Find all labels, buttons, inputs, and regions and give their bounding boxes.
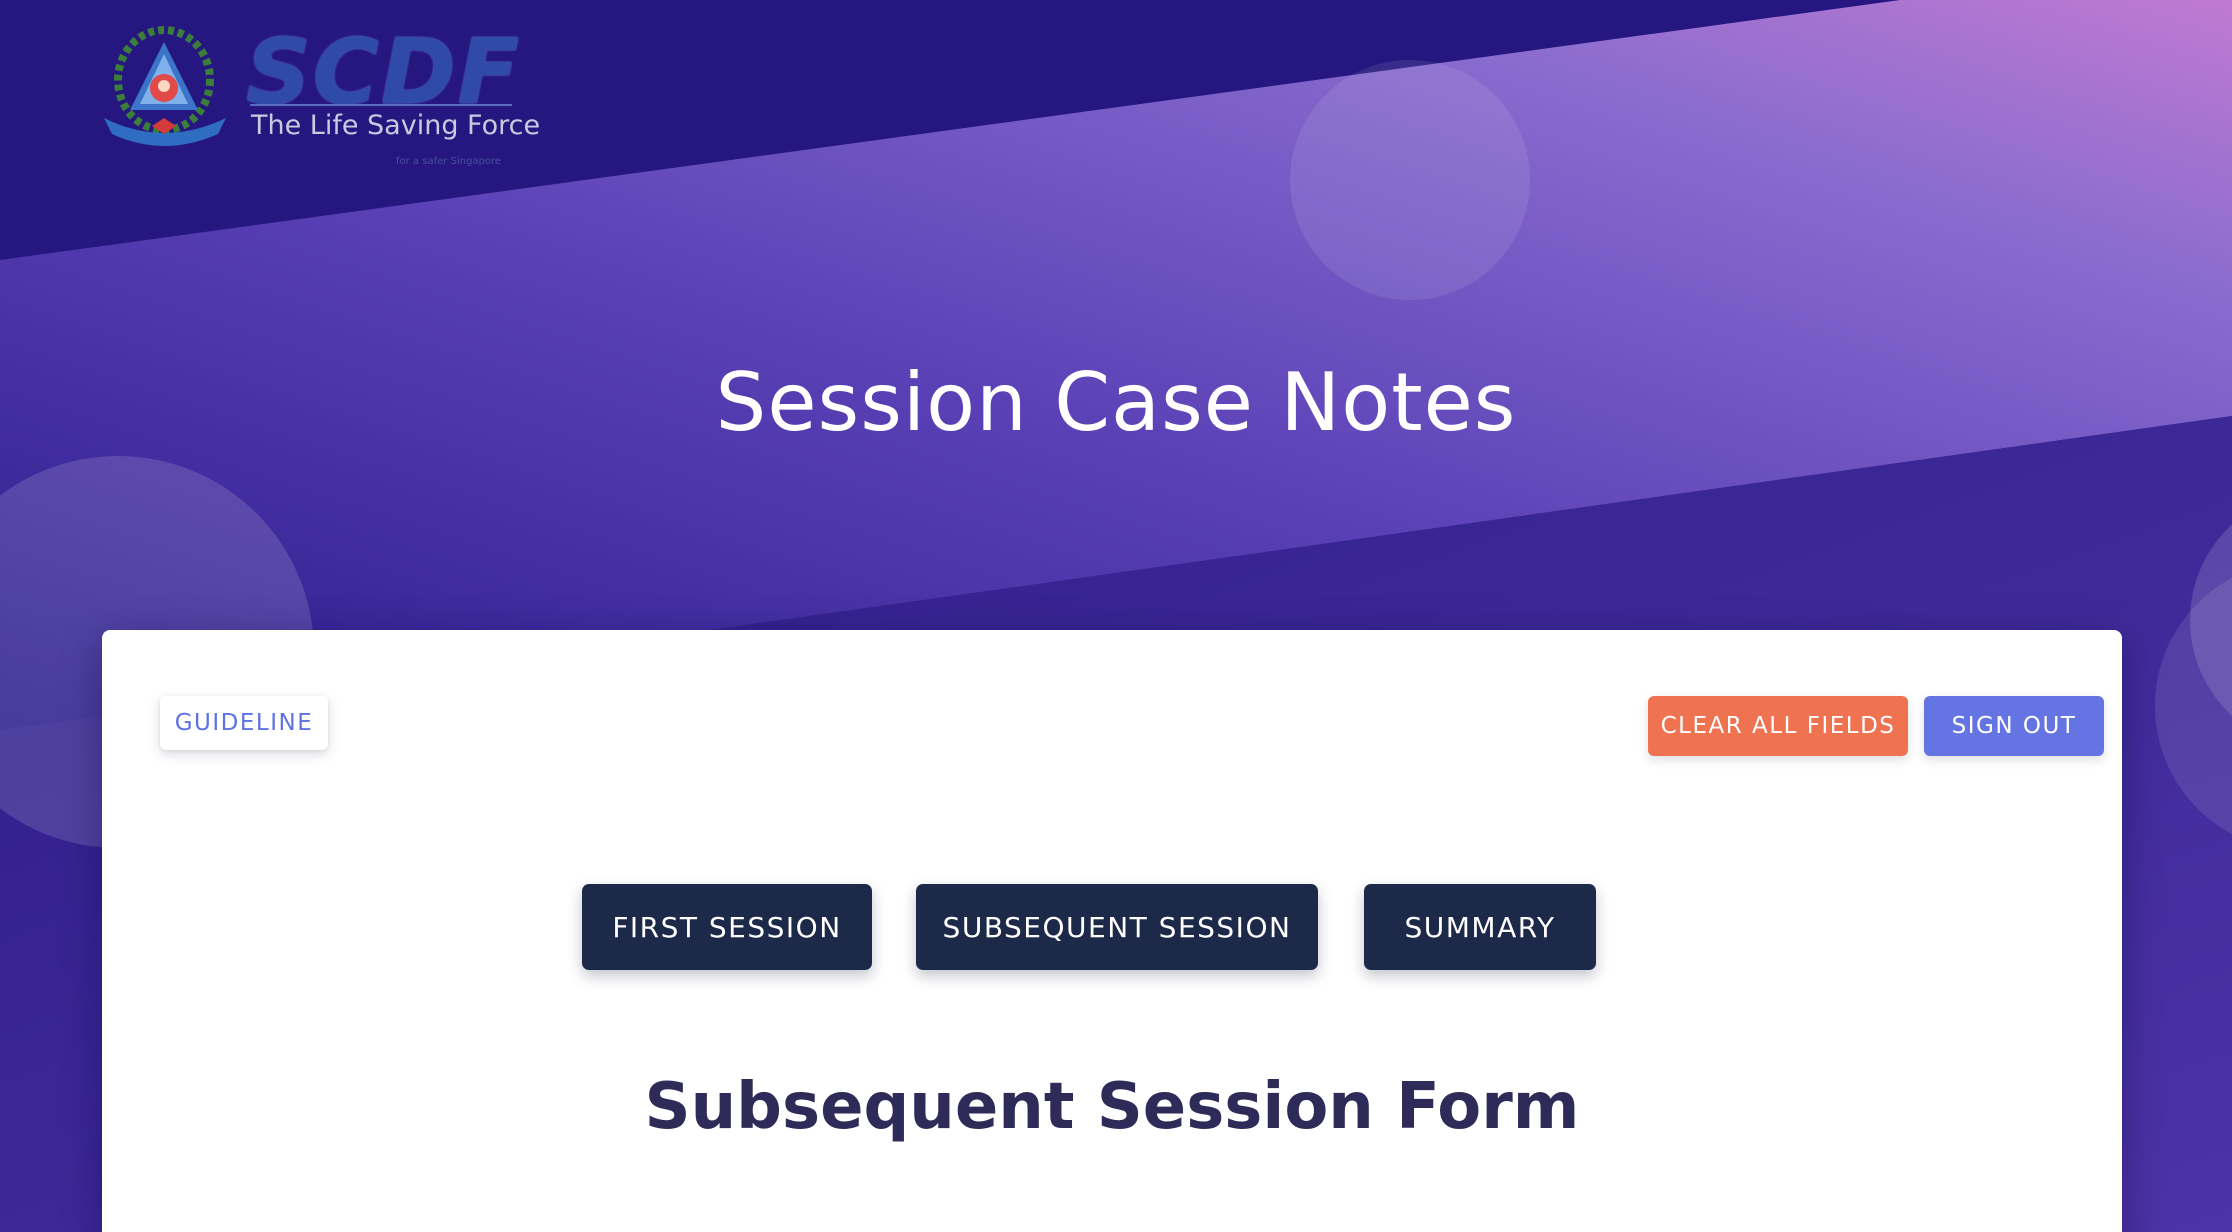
scdf-wordmark: SCDF The Life Saving Force for a safer S…	[246, 20, 540, 176]
guideline-button[interactable]: GUIDELINE	[160, 696, 328, 750]
tagline-divider	[250, 104, 512, 106]
first-session-button[interactable]: FIRST SESSION	[582, 884, 872, 970]
scdf-logo: SCDF The Life Saving Force for a safer S…	[100, 20, 540, 176]
page: SCDF The Life Saving Force for a safer S…	[0, 0, 2232, 1232]
page-title: Session Case Notes	[715, 356, 1517, 449]
sign-out-button[interactable]: SIGN OUT	[1924, 696, 2104, 756]
clear-all-fields-button[interactable]: CLEAR ALL FIELDS	[1648, 696, 1908, 756]
brand-tagline: The Life Saving Force	[251, 110, 541, 141]
main-card: GUIDELINE CLEAR ALL FIELDS SIGN OUT FIRS…	[102, 630, 2122, 1232]
subsequent-session-button[interactable]: SUBSEQUENT SESSION	[916, 884, 1318, 970]
scdf-emblem-icon	[104, 26, 226, 146]
summary-button[interactable]: SUMMARY	[1364, 884, 1596, 970]
form-title: Subsequent Session Form	[644, 1070, 1580, 1144]
brand-caption: for a safer Singapore	[396, 156, 501, 167]
